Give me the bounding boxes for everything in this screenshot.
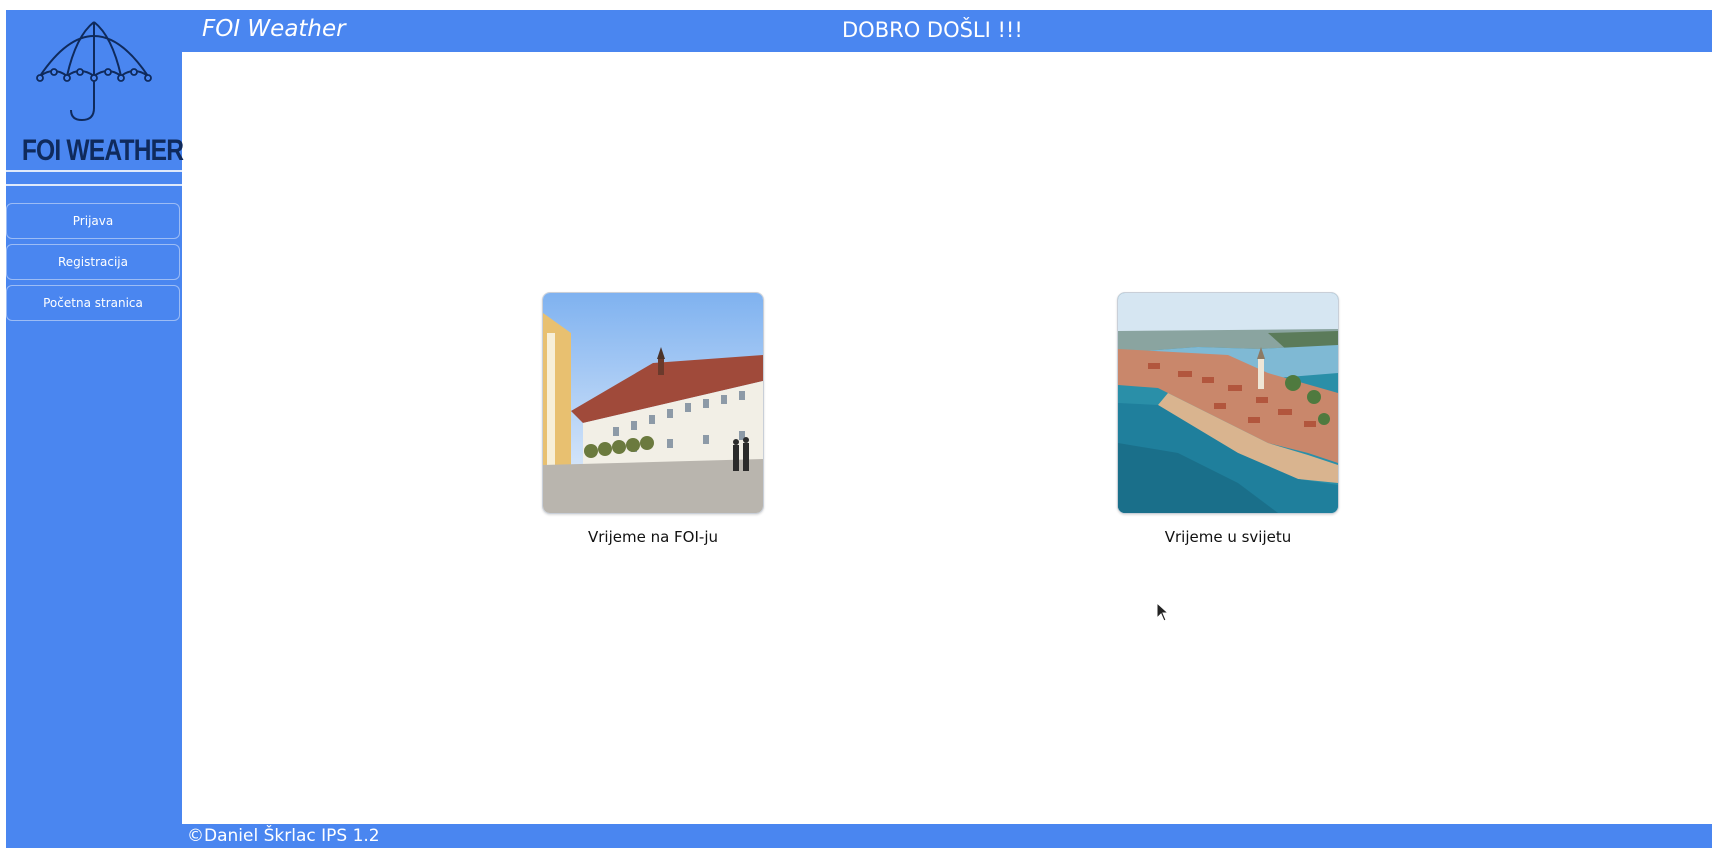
header: FOI Weather DOBRO DOŠLI !!! — [182, 10, 1712, 52]
sidebar-item-prijava[interactable]: Prijava — [6, 203, 180, 239]
foi-building-photo[interactable] — [542, 292, 764, 514]
sidebar: FOI WEATHER Prijava Registracija Početna… — [6, 10, 184, 848]
mouse-cursor-icon — [1156, 602, 1170, 622]
footer: ©Daniel Škrlac IPS 1.2 — [182, 824, 1712, 848]
sidebar-item-pocetna-stranica[interactable]: Početna stranica — [6, 285, 180, 321]
card-caption: Vrijeme u svijetu — [1164, 528, 1292, 546]
coastal-town-aerial-photo[interactable] — [1117, 292, 1339, 514]
card-world-weather[interactable]: Vrijeme u svijetu — [1116, 292, 1340, 546]
brand-title: FOI Weather — [202, 16, 346, 42]
logo-text: FOI WEATHER — [21, 134, 184, 167]
welcome-title: DOBRO DOŠLI !!! — [842, 18, 1023, 42]
logo: FOI WEATHER — [6, 10, 184, 170]
footer-copyright: ©Daniel Škrlac IPS 1.2 — [187, 826, 380, 846]
sidebar-nav: Prijava Registracija Početna stranica — [6, 203, 182, 326]
sidebar-item-registracija[interactable]: Registracija — [6, 244, 180, 280]
umbrella-icon — [36, 21, 152, 122]
app-frame: FOI WEATHER Prijava Registracija Početna… — [6, 10, 1712, 848]
card-foi-weather[interactable]: Vrijeme na FOI-ju — [541, 292, 765, 546]
divider — [6, 184, 182, 186]
card-caption: Vrijeme na FOI-ju — [587, 528, 718, 546]
divider — [6, 170, 182, 172]
